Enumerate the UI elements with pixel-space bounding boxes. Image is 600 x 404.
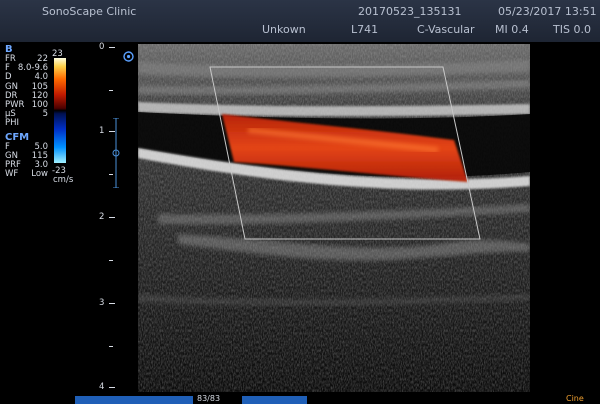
param-value: 5: [42, 109, 48, 120]
probe-name: L741: [351, 23, 379, 36]
orientation-icon: [123, 51, 134, 62]
ultrasound-image[interactable]: [138, 44, 530, 392]
color-scale-unit: cm/s: [53, 175, 74, 185]
mechanical-index: MI 0.4: [495, 23, 529, 36]
thermal-index: TIS 0.0: [553, 23, 591, 36]
depth-label: 0: [99, 42, 105, 52]
param-row: PHI: [0, 119, 90, 128]
study-datetime: 05/23/2017 13:51: [498, 5, 597, 18]
parameter-panel: B FR 22 F 8.0-9.6 D 4.0 GN 105 DR 120 PWR 100 μS 5 PHI…: [0, 44, 90, 179]
focus-marker[interactable]: [112, 118, 120, 188]
patient-name: Unkown: [262, 23, 306, 36]
depth-label: 2: [99, 212, 105, 222]
header-bar: SonoScape Clinic 20170523_135131 05/23/2…: [0, 0, 600, 42]
depth-tick: [109, 90, 113, 91]
param-row: WF Low: [0, 169, 90, 180]
depth-tick: [109, 217, 115, 218]
depth-ruler: 0 1 2 3 4: [95, 42, 135, 392]
depth-tick: [109, 303, 115, 304]
depth-label: 1: [99, 126, 105, 136]
frame-counter: 83/83: [197, 394, 221, 403]
clinic-name: SonoScape Clinic: [42, 5, 137, 18]
exam-preset: C-Vascular: [417, 23, 475, 36]
cine-mode-label: Cine: [566, 394, 584, 403]
param-key: WF: [5, 169, 19, 180]
depth-tick: [109, 47, 115, 48]
depth-tick: [109, 346, 113, 347]
cine-progress-bar[interactable]: [75, 396, 193, 404]
cine-scroll-bar[interactable]: [242, 396, 307, 404]
depth-tick: [109, 260, 113, 261]
param-value: Low: [31, 169, 48, 180]
color-velocity-scale: [54, 58, 66, 163]
cine-footer: 83/83 Cine: [0, 394, 600, 404]
param-key: PHI: [5, 118, 20, 129]
cfm-title: CFM: [5, 131, 30, 143]
depth-label: 4: [99, 382, 105, 392]
depth-label: 3: [99, 298, 105, 308]
depth-tick: [109, 387, 115, 388]
study-id: 20170523_135131: [358, 5, 462, 18]
